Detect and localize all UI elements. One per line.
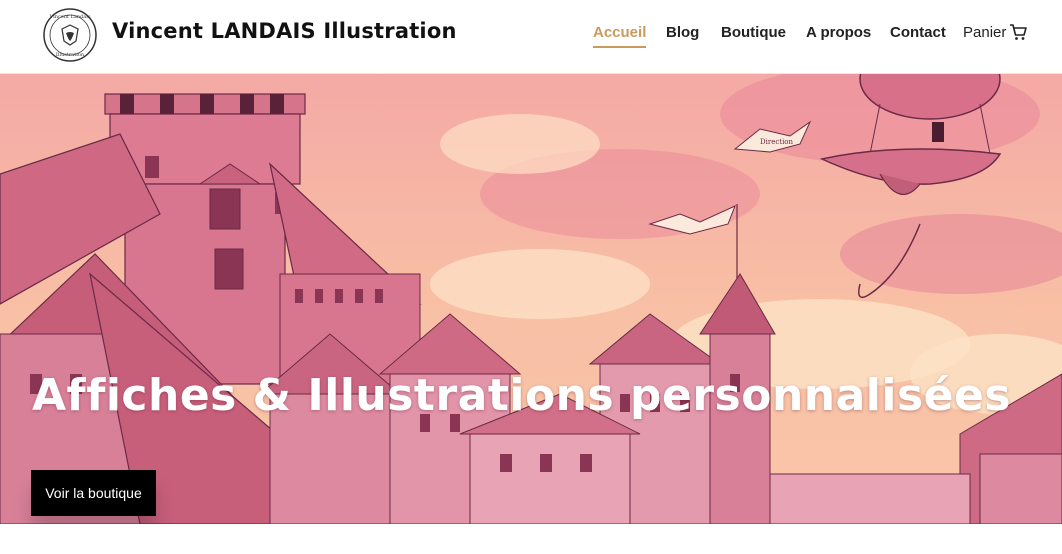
hero-section: Direction Affiches & Illustrations perso… — [0, 74, 1062, 524]
active-underline — [593, 46, 647, 48]
site-header: Vincent Landais Illustration Vincent LAN… — [0, 0, 1062, 74]
shop-button[interactable]: Voir la boutique — [31, 470, 156, 516]
cart-link[interactable]: Panier — [963, 24, 1027, 41]
nav-item-blog[interactable]: Blog — [666, 24, 699, 41]
site-logo[interactable]: Vincent Landais Illustration — [42, 7, 98, 63]
hero-illustration: Direction — [0, 74, 1062, 524]
banner-text: Direction — [760, 138, 794, 146]
logo-text-top: Vincent Landais — [49, 14, 91, 20]
nav-item-label: Blog — [666, 24, 700, 41]
nav-item-accueil[interactable]: Accueil — [593, 24, 647, 48]
site-title[interactable]: Vincent LANDAIS Illustration — [112, 19, 457, 43]
nav-item-label: A propos — [806, 24, 872, 41]
nav-item-label: Accueil — [593, 24, 647, 41]
nav-item-boutique[interactable]: Boutique — [721, 24, 786, 41]
nav-item-a-propos[interactable]: A propos — [806, 24, 871, 41]
hero-heading: Affiches & Illustrations personnalisées — [32, 370, 1012, 421]
logo-text-bottom: Illustration — [56, 52, 85, 58]
cart-label: Panier — [963, 24, 1007, 41]
nav-item-label: Boutique — [721, 24, 786, 41]
nav-item-contact[interactable]: Contact — [890, 24, 946, 41]
nav-item-label: Contact — [890, 24, 946, 41]
